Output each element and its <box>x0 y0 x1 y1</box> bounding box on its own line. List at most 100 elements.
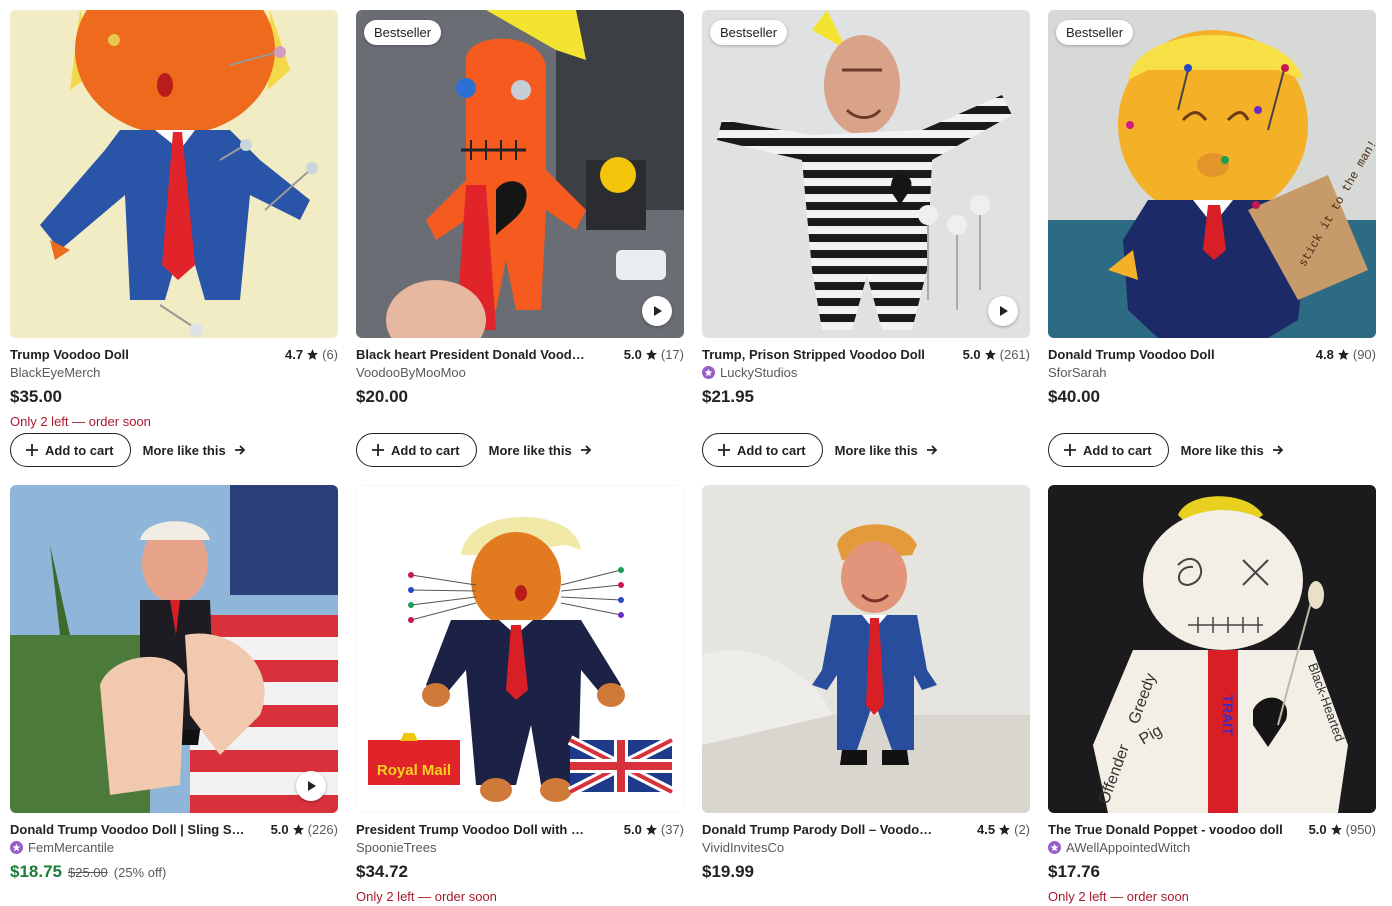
star-icon <box>645 348 657 360</box>
star-icon <box>984 348 996 360</box>
star-icon <box>999 823 1011 835</box>
doll-photo-printed-plush <box>702 485 1030 813</box>
listing-card[interactable]: Trump Voodoo Doll 4.7 (6) BlackEyeMerch … <box>10 10 338 467</box>
shop-name[interactable]: AWellAppointedWitch <box>1066 840 1190 855</box>
bestseller-badge: Bestseller <box>364 20 442 45</box>
review-count: (261) <box>999 346 1030 362</box>
listing-title[interactable]: Black heart President Donald Voodoo Doll <box>356 347 591 362</box>
listing-card[interactable]: stick it to the man! Bestseller Donald T… <box>1048 10 1376 467</box>
review-count: (2) <box>1014 821 1030 837</box>
listing-title[interactable]: Donald Trump Voodoo Doll <box>1048 347 1215 362</box>
listing-row: Donald Trump Voodoo Doll | Sling Shot 5.… <box>10 485 1384 906</box>
rating: 4.8 (90) <box>1316 347 1376 362</box>
review-count: (6) <box>322 346 338 362</box>
listing-image[interactable]: Bestseller <box>702 10 1030 338</box>
price: $20.00 <box>356 387 408 406</box>
more-like-this-link[interactable]: More like this <box>489 443 592 458</box>
add-to-cart-button[interactable]: Add to cart <box>10 433 131 467</box>
star-seller-icon <box>10 840 23 854</box>
star-seller-icon <box>702 365 715 379</box>
add-to-cart-button[interactable]: Add to cart <box>702 433 823 467</box>
star-icon <box>1337 348 1349 360</box>
listing-image[interactable] <box>10 10 338 338</box>
listing-image[interactable] <box>10 485 338 813</box>
listing-title[interactable]: Trump Voodoo Doll <box>10 347 129 362</box>
review-count: (17) <box>660 346 684 362</box>
listing-card[interactable]: Donald Trump Voodoo Doll | Sling Shot 5.… <box>10 485 338 906</box>
play-video-button[interactable] <box>296 771 326 801</box>
listing-row: Trump Voodoo Doll 4.7 (6) BlackEyeMerch … <box>10 10 1384 467</box>
listing-title[interactable]: President Trump Voodoo Doll with pins <box>356 822 591 837</box>
star-icon <box>292 823 304 835</box>
listing-card[interactable]: Donald Trump Parody Doll – Voodoo Doll 4… <box>702 485 1030 906</box>
review-count: (226) <box>307 821 338 837</box>
add-to-cart-label: Add to cart <box>391 442 460 458</box>
royal-mail-logo-text: Royal Mail <box>377 762 451 779</box>
price: $19.99 <box>702 862 754 881</box>
price: $34.72 <box>356 862 408 881</box>
shop-name[interactable]: VividInvitesCo <box>702 838 1030 856</box>
plus-icon <box>26 444 38 456</box>
play-video-button[interactable] <box>988 296 1018 326</box>
star-seller-icon <box>1048 840 1061 854</box>
rating-value: 5.0 <box>623 346 642 362</box>
shop-row[interactable]: LuckyStudios <box>702 363 1030 381</box>
listing-image[interactable]: Greedy Pig Offender Black-Hearted TRAIT <box>1048 485 1376 813</box>
doll-photo-yellow-felt: stick it to the man! <box>1048 10 1376 338</box>
add-to-cart-button[interactable]: Add to cart <box>1048 433 1169 467</box>
plus-icon <box>372 444 384 456</box>
shop-row[interactable]: AWellAppointedWitch <box>1048 838 1376 856</box>
low-stock-notice: Only 2 left — order soon <box>356 889 497 904</box>
shop-name[interactable]: SforSarah <box>1048 363 1376 381</box>
low-stock-notice <box>1048 413 1376 431</box>
shop-name[interactable]: BlackEyeMerch <box>10 363 338 381</box>
star-icon <box>307 348 319 360</box>
more-like-this-label: More like this <box>142 442 226 458</box>
listing-title[interactable]: Donald Trump Parody Doll – Voodoo Doll <box>702 822 937 837</box>
price: $40.00 <box>1048 387 1100 406</box>
rating-value: 4.7 <box>285 346 304 362</box>
more-like-this-link[interactable]: More like this <box>835 443 938 458</box>
rating-value: 5.0 <box>1308 821 1327 837</box>
rating: 5.0 (37) <box>624 822 684 837</box>
arrow-right-icon <box>234 445 245 455</box>
listing-card[interactable]: Royal Mail President Trump Voodoo Doll w… <box>356 485 684 906</box>
rating: 4.5 (2) <box>977 822 1030 837</box>
poppet-word-trait: TRAIT <box>1220 694 1236 736</box>
play-video-button[interactable] <box>642 296 672 326</box>
rating: 5.0 (950) <box>1309 822 1376 837</box>
bestseller-badge: Bestseller <box>710 20 788 45</box>
review-count: (37) <box>660 821 684 837</box>
listing-image[interactable] <box>702 485 1030 813</box>
listing-image[interactable]: stick it to the man! Bestseller <box>1048 10 1376 338</box>
low-stock-notice <box>356 413 684 431</box>
shop-row[interactable]: FemMercantile <box>10 838 338 856</box>
listing-card[interactable]: Greedy Pig Offender Black-Hearted TRAIT … <box>1048 485 1376 906</box>
arrow-right-icon <box>926 445 937 455</box>
listing-image[interactable]: Royal Mail <box>356 485 684 813</box>
more-like-this-link[interactable]: More like this <box>143 443 246 458</box>
low-stock-notice <box>10 888 338 906</box>
add-to-cart-button[interactable]: Add to cart <box>356 433 477 467</box>
doll-photo-royal-mail: Royal Mail <box>356 485 684 813</box>
plus-icon <box>718 444 730 456</box>
original-price: $25.00 <box>68 864 108 880</box>
add-to-cart-label: Add to cart <box>737 442 806 458</box>
listing-title[interactable]: Trump, Prison Stripped Voodoo Doll <box>702 347 925 362</box>
shop-name[interactable]: FemMercantile <box>28 840 114 855</box>
listing-title[interactable]: The True Donald Poppet - voodoo doll <box>1048 822 1283 837</box>
more-like-this-link[interactable]: More like this <box>1181 443 1284 458</box>
doll-photo-poppet: Greedy Pig Offender Black-Hearted TRAIT <box>1048 485 1376 813</box>
low-stock-notice: Only 2 left — order soon <box>10 414 151 429</box>
shop-name[interactable]: SpoonieTrees <box>356 838 684 856</box>
listing-card[interactable]: Bestseller Trump, Prison Stripped Voodoo… <box>702 10 1030 467</box>
arrow-right-icon <box>580 445 591 455</box>
doll-photo-flag-background <box>10 485 338 813</box>
shop-name[interactable]: LuckyStudios <box>720 365 797 380</box>
doll-photo-orange-felt <box>10 10 338 338</box>
shop-name[interactable]: VoodooByMooMoo <box>356 363 684 381</box>
listing-grid: Trump Voodoo Doll 4.7 (6) BlackEyeMerch … <box>10 10 1384 906</box>
listing-image[interactable]: Bestseller <box>356 10 684 338</box>
listing-card[interactable]: Bestseller Black heart President Donald … <box>356 10 684 467</box>
listing-title[interactable]: Donald Trump Voodoo Doll | Sling Shot <box>10 822 245 837</box>
